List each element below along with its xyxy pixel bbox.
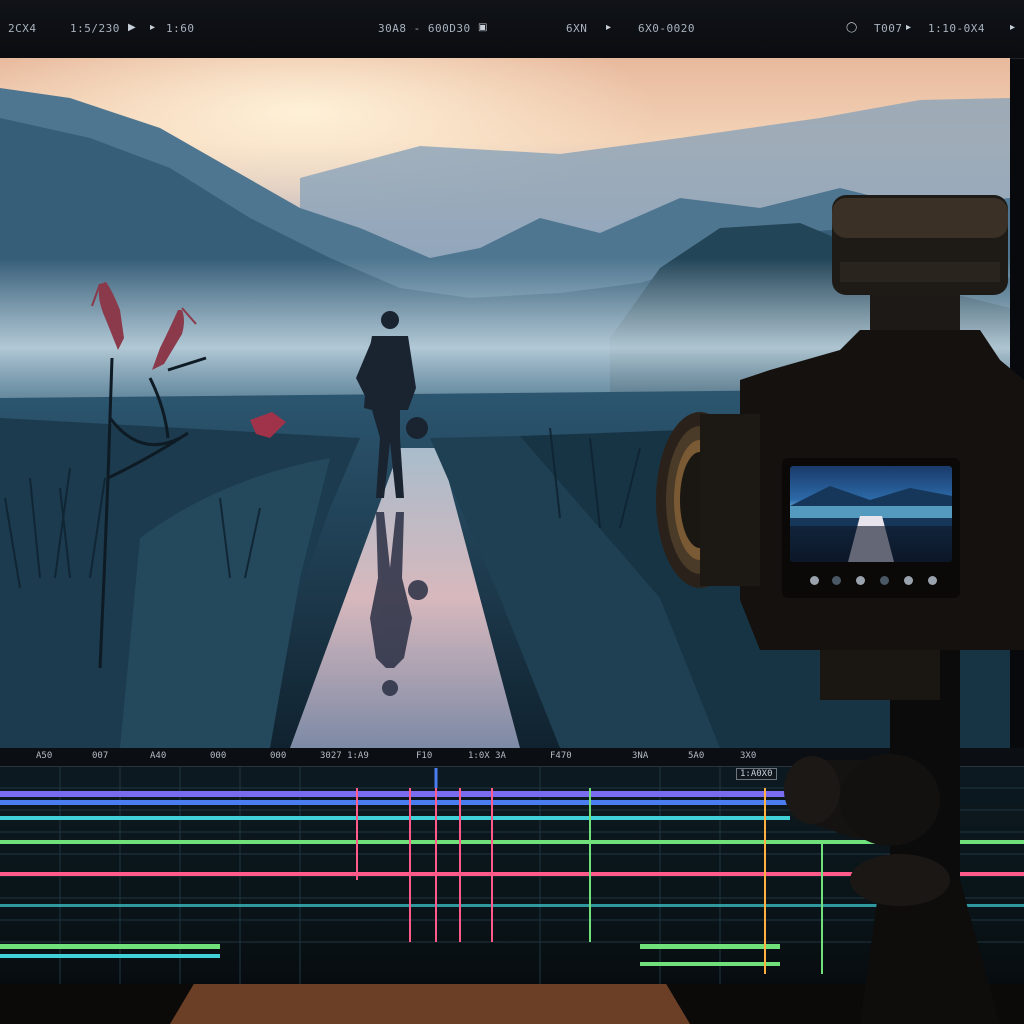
step-icon[interactable]: ▸: [150, 22, 155, 33]
camera-button-icon[interactable]: [904, 576, 913, 585]
video-editor-scene: 2CX4 1:5/230 ▶ ▸ 1:60 30A8 - 600D30 ▣ 6X…: [0, 0, 1024, 1024]
arrow-icon[interactable]: ▸: [606, 22, 611, 33]
camera-button-icon[interactable]: [832, 576, 841, 585]
landscape-image: [0, 58, 1010, 748]
resolution-label: 6XN: [566, 22, 588, 35]
more-icon[interactable]: ▸: [1010, 22, 1015, 33]
camera-button-icon[interactable]: [928, 576, 937, 585]
camera-button-icon[interactable]: [810, 576, 819, 585]
timecode-label: 2CX4: [8, 22, 37, 35]
camera-lcd-screen[interactable]: [790, 466, 952, 562]
track-cyan: [0, 816, 790, 820]
editor-toolbar: 2CX4 1:5/230 ▶ ▸ 1:60 30A8 - 600D30 ▣ 6X…: [0, 0, 1024, 59]
track-label: T007: [874, 22, 903, 35]
track-pink: [0, 872, 1024, 876]
play-small-icon[interactable]: ▸: [906, 22, 911, 33]
camera-button-icon[interactable]: [856, 576, 865, 585]
circle-icon[interactable]: ◯: [846, 22, 857, 33]
square-icon[interactable]: ▣: [478, 22, 487, 33]
track-cyan-clip: [0, 954, 220, 958]
track-green-clip-3: [640, 962, 780, 966]
camera-button-icon[interactable]: [880, 576, 889, 585]
play-icon[interactable]: ▶: [128, 22, 136, 33]
track-blue: [0, 800, 790, 805]
clip-range-label: 30A8 - 600D30: [378, 22, 471, 35]
track-green-clip: [0, 944, 220, 949]
frame-rate-label: 1:60: [166, 22, 195, 35]
preview-monitor: [0, 58, 1010, 748]
track-purple: [0, 791, 790, 797]
end-timecode-label: 1:10-0X4: [928, 22, 985, 35]
wooden-desk: [0, 984, 1024, 1024]
track-green: [0, 840, 1024, 844]
duration-label: 1:5/230: [70, 22, 120, 35]
format-label: 6X0-0020: [638, 22, 695, 35]
timeline-tracks[interactable]: [0, 748, 1024, 984]
timeline-panel[interactable]: A50 007 A40 000 000 3027 1:A9 F10 1:0X 3…: [0, 748, 1024, 984]
track-cyan-2: [0, 904, 1024, 907]
track-green-clip-2: [640, 944, 780, 949]
